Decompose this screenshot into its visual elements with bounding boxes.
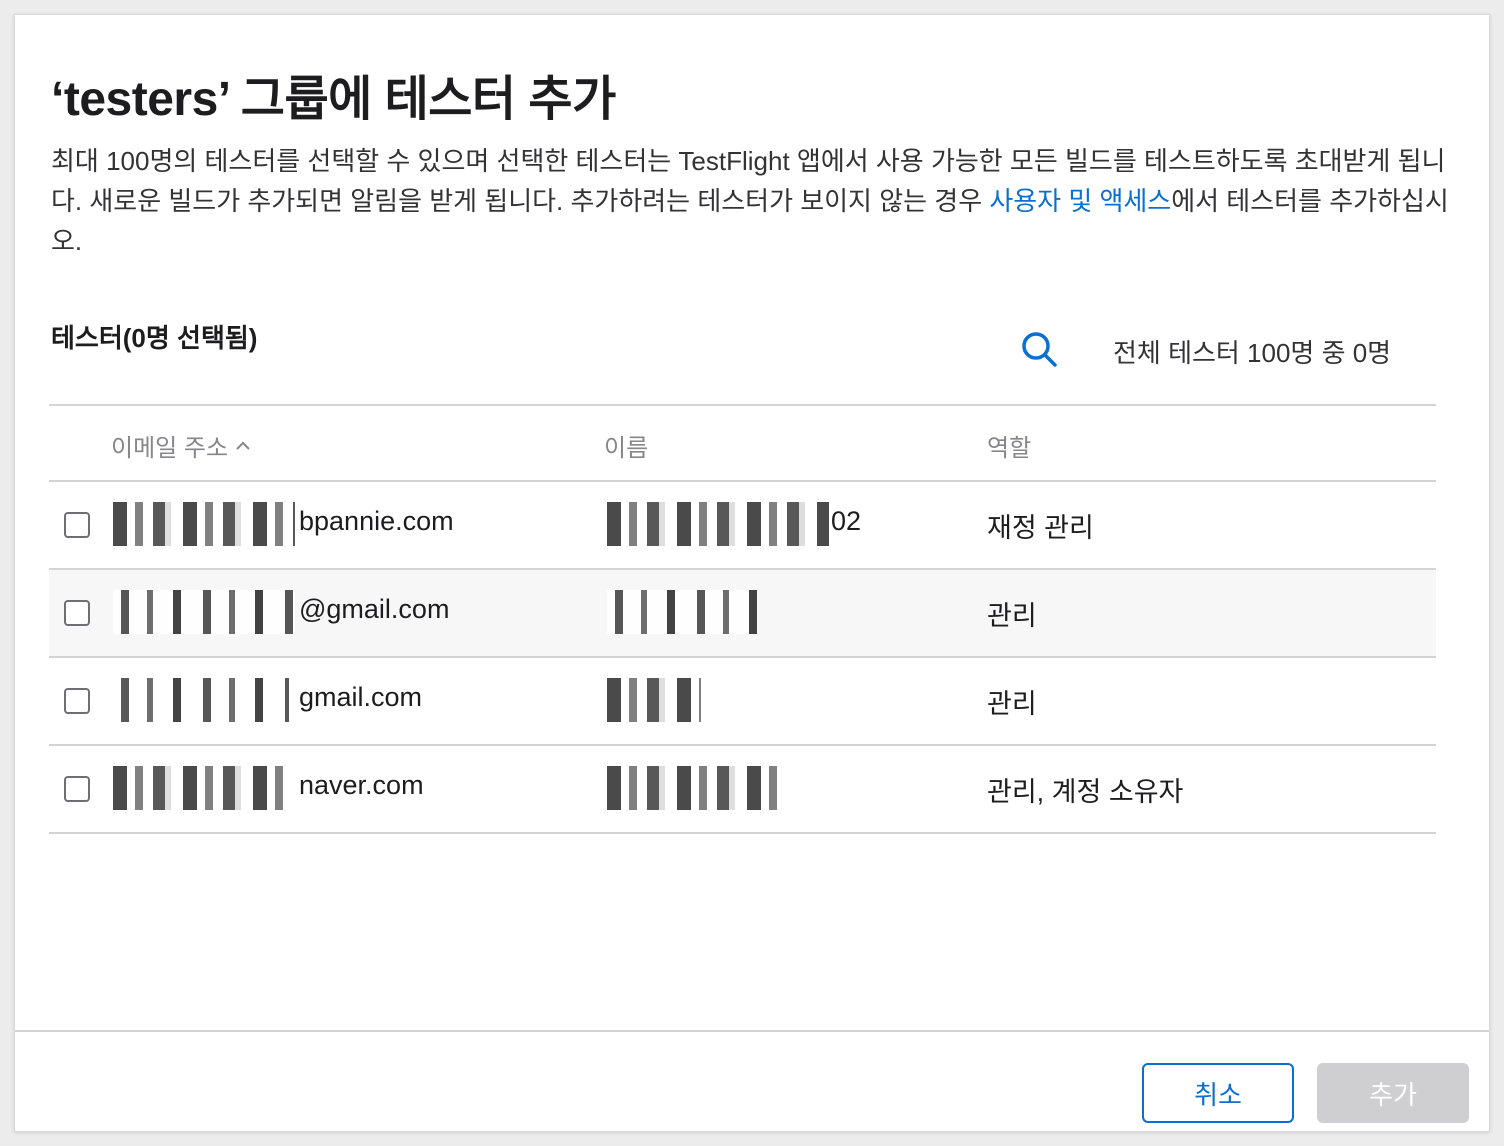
row-checkbox[interactable] bbox=[64, 776, 90, 802]
table-row[interactable]: naver.com 관리, 계정 소유자 bbox=[49, 746, 1436, 834]
table-row[interactable]: @gmail.com 관리 bbox=[49, 570, 1436, 658]
dialog-title: ‘testers’ 그룹에 테스터 추가 bbox=[51, 73, 616, 126]
cancel-button[interactable]: 취소 bbox=[1142, 1063, 1294, 1123]
column-header-name: 이름 bbox=[604, 435, 649, 462]
row-checkbox[interactable] bbox=[64, 688, 90, 714]
redacted-name bbox=[607, 590, 757, 634]
name-cell: 02 bbox=[831, 506, 862, 536]
role-cell: 관리 bbox=[987, 689, 1037, 719]
row-checkbox[interactable] bbox=[64, 512, 90, 538]
column-header-email[interactable]: 이메일 주소 bbox=[111, 428, 252, 463]
dialog-description: 최대 100명의 테스터를 선택할 수 있으며 선택한 테스터는 TestFli… bbox=[51, 141, 1451, 261]
users-and-access-link[interactable]: 사용자 및 액세스 bbox=[989, 186, 1171, 216]
table-row[interactable]: bpannie.com 02 재정 관리 bbox=[49, 482, 1436, 570]
tester-count: 전체 테스터 100명 중 0명 bbox=[1113, 338, 1392, 368]
column-header-role: 역할 bbox=[987, 435, 1032, 462]
redacted-name bbox=[607, 678, 701, 722]
table-row[interactable]: gmail.com 관리 bbox=[49, 658, 1436, 746]
redacted-name bbox=[607, 502, 829, 546]
email-cell: gmail.com bbox=[299, 682, 423, 712]
row-checkbox[interactable] bbox=[64, 600, 90, 626]
testers-table: 이메일 주소 이름 역할 bpannie.com 02 재정 관리 @gmail… bbox=[49, 404, 1436, 834]
redacted-name bbox=[607, 766, 787, 810]
redacted-email bbox=[113, 502, 295, 546]
add-button[interactable]: 추가 bbox=[1317, 1063, 1469, 1123]
redacted-email bbox=[113, 678, 289, 722]
testers-section-title: 테스터(0명 선택됨) bbox=[51, 323, 258, 353]
role-cell: 재정 관리 bbox=[987, 513, 1094, 543]
search-icon[interactable] bbox=[1019, 329, 1059, 369]
role-cell: 관리, 계정 소유자 bbox=[987, 777, 1184, 807]
email-cell: bpannie.com bbox=[299, 506, 454, 536]
redacted-email bbox=[113, 590, 295, 634]
redacted-email bbox=[113, 766, 283, 810]
role-cell: 관리 bbox=[987, 601, 1037, 631]
add-testers-dialog: ‘testers’ 그룹에 테스터 추가 최대 100명의 테스터를 선택할 수… bbox=[14, 14, 1490, 1132]
email-cell: @gmail.com bbox=[299, 594, 450, 624]
footer-divider bbox=[15, 1030, 1489, 1032]
chevron-up-icon bbox=[236, 441, 250, 450]
table-header: 이메일 주소 이름 역할 bbox=[49, 406, 1436, 482]
column-header-email-label: 이메일 주소 bbox=[111, 435, 229, 462]
email-cell: naver.com bbox=[299, 770, 424, 800]
